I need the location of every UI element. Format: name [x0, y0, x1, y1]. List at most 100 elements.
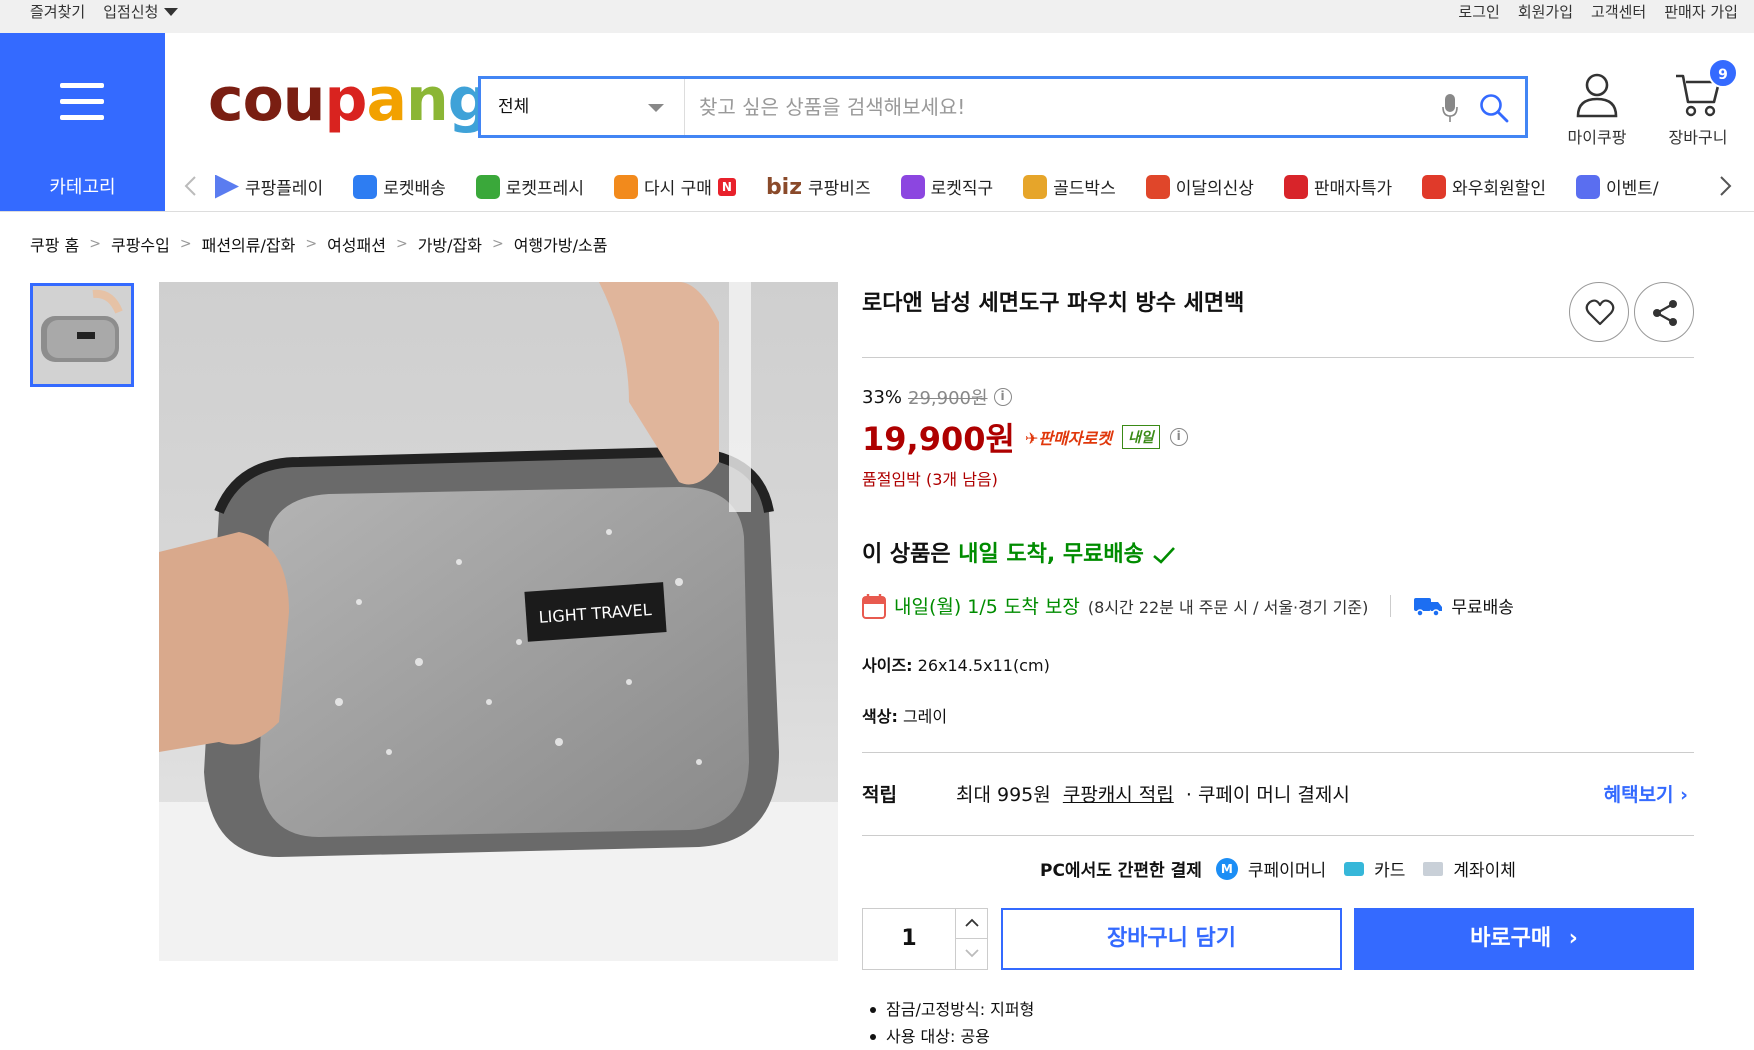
- microphone-icon[interactable]: [1442, 93, 1458, 123]
- seller-signup-link[interactable]: 판매자 가입: [1664, 1, 1738, 22]
- rocket-icon: ✈: [1024, 429, 1039, 448]
- rocket-fresh-icon: [475, 174, 500, 199]
- breadcrumb-item[interactable]: 패션의류/잡화: [202, 232, 296, 256]
- coupay-money-label: 쿠페이머니: [1247, 861, 1327, 881]
- customer-center-link[interactable]: 고객센터: [1591, 1, 1646, 22]
- top-utility-bar: 즐겨찾기 입점신청 로그인 회원가입 고객센터 판매자 가입: [0, 0, 1754, 33]
- caret-down-icon: [164, 8, 179, 16]
- service-nav-label: 로켓배송: [383, 179, 446, 199]
- free-shipping: 무료배송: [1451, 598, 1514, 618]
- search-input[interactable]: [699, 79, 1419, 135]
- service-nav-item[interactable]: 판매자특가: [1283, 174, 1392, 199]
- wow-icon: [1422, 174, 1447, 199]
- search-scope-select[interactable]: 전체: [481, 79, 685, 135]
- service-nav-item[interactable]: 로켓프레시: [475, 174, 584, 199]
- signup-link[interactable]: 회원가입: [1518, 1, 1573, 22]
- bookmark-link[interactable]: 즐겨찾기: [30, 1, 85, 22]
- basket-icon: [613, 174, 638, 199]
- breadcrumb-separator-icon: >: [305, 236, 318, 252]
- breadcrumb-separator-icon: >: [179, 236, 192, 252]
- sale-price: 19,900원: [862, 420, 1015, 458]
- event-icon: [1575, 174, 1600, 199]
- thumbnail-image: [33, 286, 131, 384]
- coupay-money-icon: M: [1215, 857, 1238, 880]
- seller-apply-dropdown[interactable]: 입점신청: [103, 1, 179, 22]
- category-button[interactable]: 카테고리: [0, 33, 165, 211]
- product-thumbnail[interactable]: [30, 283, 134, 387]
- quantity-input[interactable]: 1: [863, 909, 955, 969]
- cash-reward-link[interactable]: 쿠팡캐시 적립: [1063, 784, 1174, 806]
- quantity-decrease-button[interactable]: [955, 939, 987, 969]
- mycoupang-button[interactable]: 마이쿠팡: [1552, 72, 1642, 148]
- service-nav-item[interactable]: 골드박스: [1023, 174, 1116, 199]
- breadcrumb-separator-icon: >: [491, 236, 504, 252]
- discount-info: 33% 29,900원 i: [862, 384, 1012, 410]
- login-link[interactable]: 로그인: [1458, 1, 1499, 22]
- buy-now-button[interactable]: 바로구매 ›: [1354, 908, 1694, 970]
- spec-item: 사용 대상: 공용: [870, 1023, 1034, 1050]
- breadcrumb-item[interactable]: 쿠팡 홈: [30, 232, 79, 256]
- service-nav-item[interactable]: 다시 구매 N: [613, 174, 736, 199]
- bank-transfer-label: 계좌이체: [1453, 861, 1516, 881]
- chevron-left-icon[interactable]: [179, 174, 203, 198]
- new-bag-icon: [1145, 174, 1170, 199]
- category-label: 카테고리: [49, 177, 116, 198]
- options-divider: [862, 752, 1694, 753]
- heart-icon: [1585, 299, 1615, 326]
- wishlist-button[interactable]: [1569, 282, 1629, 342]
- share-button[interactable]: [1634, 282, 1694, 342]
- service-nav-item[interactable]: 이달의신상: [1145, 174, 1254, 199]
- service-nav-label: 로켓직구: [930, 179, 994, 199]
- breadcrumb-item[interactable]: 여행가방/소품: [514, 232, 608, 256]
- delivery-headline: 이 상품은 내일 도착, 무료배송: [862, 536, 1176, 568]
- coupang-logo[interactable]: coupang: [208, 64, 491, 136]
- product-title: 로다앤 남성 세면도구 파우치 방수 세면백: [862, 291, 1245, 316]
- sale-price-row: 19,900원 ✈판매자로켓 내일 i: [862, 414, 1188, 460]
- quantity-increase-button[interactable]: [955, 909, 987, 939]
- search-icon[interactable]: [1479, 93, 1509, 123]
- service-nav-label: 다시 구매: [643, 179, 712, 199]
- service-nav-label: 와우회원할인: [1452, 179, 1546, 199]
- info-icon[interactable]: i: [1169, 428, 1188, 446]
- divider: [1390, 594, 1392, 617]
- chevron-down-icon: [965, 949, 979, 958]
- tomorrow-badge: 내일: [1121, 425, 1160, 449]
- chevron-up-icon: [965, 918, 979, 927]
- chevron-right-icon: ›: [1680, 784, 1688, 806]
- service-nav-label: 이달의신상: [1175, 179, 1254, 199]
- service-nav-item[interactable]: biz 쿠팡비즈: [765, 174, 871, 200]
- breadcrumb: 쿠팡 홈 > 쿠팡수입 > 패션의류/잡화 > 여성패션 > 가방/잡화 > 여행가방/소품: [30, 232, 607, 256]
- service-nav-item[interactable]: 로켓직구: [900, 174, 994, 199]
- service-nav-item[interactable]: 와우회원할인: [1422, 174, 1546, 199]
- bank-transfer-icon: [1423, 861, 1444, 876]
- service-nav-label: 로켓프레시: [505, 179, 584, 199]
- chevron-right-icon[interactable]: [1713, 174, 1737, 198]
- add-to-cart-button[interactable]: 장바구니 담기: [1001, 908, 1342, 970]
- breadcrumb-separator-icon: >: [395, 236, 408, 252]
- service-nav-item[interactable]: 로켓배송: [353, 174, 446, 199]
- mycoupang-label: 마이쿠팡: [1567, 128, 1627, 147]
- breadcrumb-item[interactable]: 여성패션: [327, 232, 386, 256]
- card-icon: [1344, 861, 1365, 876]
- product-main-image[interactable]: LIGHT TRAVEL: [159, 282, 838, 961]
- header-divider: [0, 211, 1754, 212]
- info-icon[interactable]: i: [993, 388, 1012, 406]
- user-icon: [1576, 73, 1618, 118]
- breadcrumb-item[interactable]: 쿠팡수입: [111, 232, 170, 256]
- truck-icon: [1414, 597, 1443, 617]
- size-option: 사이즈: 26x14.5x11(cm): [862, 656, 1050, 675]
- payment-methods: PC에서도 간편한 결제 M 쿠페이머니 카드 계좌이체: [1040, 856, 1516, 881]
- cart-count-badge: 9: [1708, 58, 1738, 88]
- delivery-condition: (8시간 22분 내 주문 시 / 서울·경기 기준): [1087, 597, 1369, 617]
- service-nav-item[interactable]: 이벤트/: [1575, 174, 1659, 199]
- service-nav-item[interactable]: 쿠팡플레이: [215, 174, 323, 199]
- spec-item: 잠금/고정방식: 지퍼형: [870, 996, 1034, 1023]
- quantity-stepper: 1: [862, 908, 988, 970]
- breadcrumb-item[interactable]: 가방/잡화: [418, 232, 482, 256]
- benefits-link[interactable]: 혜택보기 ›: [1604, 780, 1688, 807]
- reward-text: 최대 995원 쿠팡캐시 적립 · 쿠페이 머니 결제시: [956, 784, 1350, 806]
- rocket-global-icon: [900, 174, 925, 199]
- original-price: 29,900원: [908, 388, 988, 409]
- new-badge: N: [717, 177, 736, 196]
- biz-icon: biz: [765, 174, 803, 200]
